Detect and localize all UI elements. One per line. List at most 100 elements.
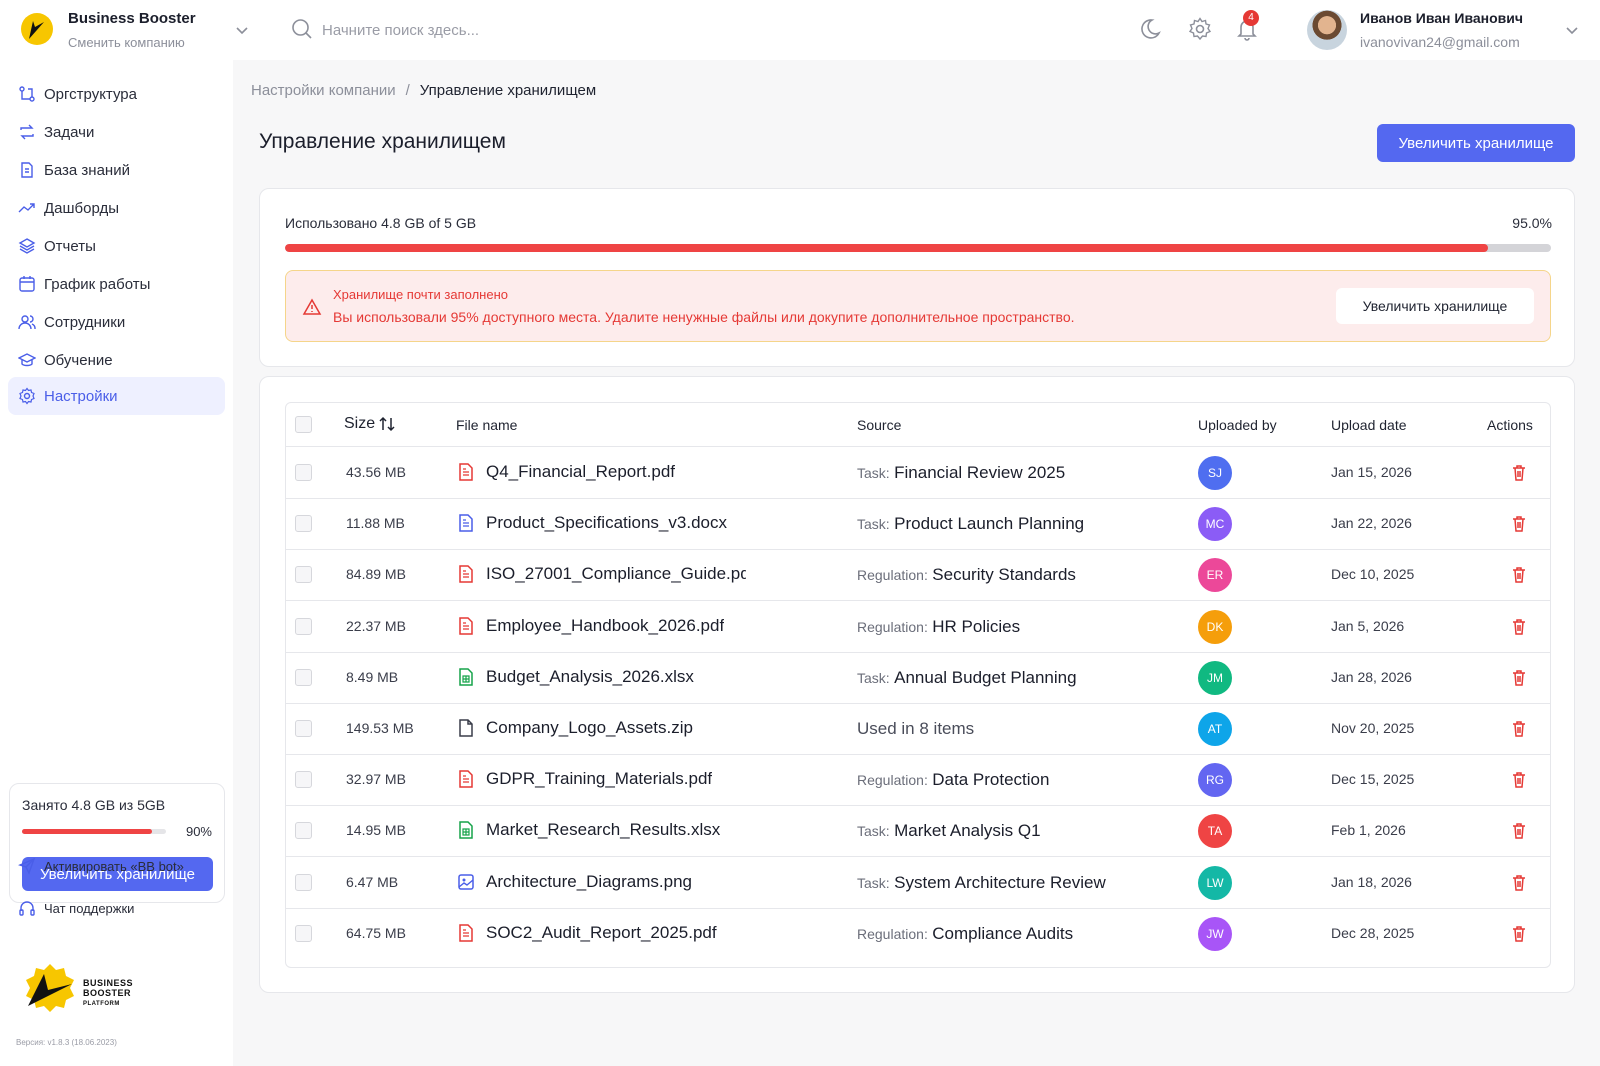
file-name-cell[interactable]: Market_Research_Results.xlsx	[456, 820, 720, 840]
file-name-cell[interactable]: Company_Logo_Assets.zip	[456, 718, 693, 738]
file-name-cell[interactable]: SOC2_Audit_Report_2025.pdf	[456, 923, 717, 943]
trash-icon[interactable]	[1510, 464, 1528, 482]
file-name-cell[interactable]: GDPR_Training_Materials.pdf	[456, 769, 712, 789]
row-checkbox[interactable]	[295, 924, 312, 942]
increase-storage-button[interactable]: Увеличить хранилище	[1377, 124, 1575, 162]
file-name-cell[interactable]: Architecture_Diagrams.png	[456, 872, 692, 892]
uploader-avatar[interactable]: JW	[1198, 916, 1232, 951]
file-name[interactable]: Company_Logo_Assets.zip	[486, 718, 693, 738]
sidebar-item-learning[interactable]: Обучение	[8, 341, 225, 379]
uploader-avatar[interactable]: MC	[1198, 507, 1232, 542]
brand-text-line: BOOSTER	[83, 988, 132, 998]
source-name[interactable]: Used in 8 items	[857, 719, 974, 738]
select-all-checkbox[interactable]	[295, 416, 312, 433]
sidebar-item-knowledge-base[interactable]: База знаний	[8, 151, 225, 189]
file-name[interactable]: GDPR_Training_Materials.pdf	[486, 769, 712, 789]
file-name-cell[interactable]: ISO_27001_Compliance_Guide.pdf	[456, 564, 746, 584]
row-checkbox[interactable]	[295, 822, 312, 840]
table-row[interactable]: 64.75 MB SOC2_Audit_Report_2025.pdf Regu…	[286, 908, 1550, 960]
table-row[interactable]: 6.47 MB Architecture_Diagrams.png Task: …	[286, 857, 1550, 909]
uploader-avatar[interactable]: RG	[1198, 763, 1232, 798]
file-name[interactable]: SOC2_Audit_Report_2025.pdf	[486, 923, 717, 943]
trash-icon[interactable]	[1510, 822, 1528, 840]
company-logo-icon[interactable]	[20, 12, 54, 46]
file-name-cell[interactable]: Product_Specifications_v3.docx	[456, 513, 727, 533]
source-name[interactable]: Compliance Audits	[932, 924, 1073, 943]
source-name[interactable]: Security Standards	[932, 565, 1076, 584]
table-row[interactable]: 84.89 MB ISO_27001_Compliance_Guide.pdf …	[286, 549, 1550, 602]
uploader-avatar[interactable]: SJ	[1198, 456, 1232, 490]
table-row[interactable]: 32.97 MB GDPR_Training_Materials.pdf Reg…	[286, 754, 1550, 807]
row-checkbox[interactable]	[295, 566, 312, 584]
company-name[interactable]: Business Booster	[68, 10, 196, 27]
file-name-cell[interactable]: Q4_Financial_Report.pdf	[456, 462, 675, 482]
row-checkbox[interactable]	[295, 464, 312, 481]
uploader-avatar[interactable]: LW	[1198, 865, 1232, 900]
table-row[interactable]: 22.37 MB Employee_Handbook_2026.pdf Regu…	[286, 601, 1550, 653]
file-name-cell[interactable]: Budget_Analysis_2026.xlsx	[456, 667, 694, 687]
source-name[interactable]: Financial Review 2025	[894, 463, 1065, 482]
uploader-avatar[interactable]: ER	[1198, 558, 1232, 593]
table-row[interactable]: 11.88 MB Product_Specifications_v3.docx …	[286, 498, 1550, 551]
sidebar-item-schedule[interactable]: График работы	[8, 265, 225, 303]
file-name[interactable]: Employee_Handbook_2026.pdf	[486, 616, 724, 636]
table-row[interactable]: 149.53 MB Company_Logo_Assets.zip Used i…	[286, 703, 1550, 755]
row-checkbox[interactable]	[295, 720, 312, 737]
trash-icon[interactable]	[1510, 669, 1528, 687]
uploader-avatar[interactable]: AT	[1198, 712, 1232, 746]
trash-icon[interactable]	[1510, 771, 1528, 789]
sidebar-item-org-structure[interactable]: Оргструктура	[8, 75, 225, 113]
source-name[interactable]: System Architecture Review	[894, 873, 1106, 892]
source-name[interactable]: Data Protection	[932, 770, 1049, 789]
column-size[interactable]: Size	[344, 415, 395, 433]
row-checkbox[interactable]	[295, 617, 312, 635]
source-cell: Regulation: Security Standards	[857, 565, 1076, 585]
source-name[interactable]: Annual Budget Planning	[894, 668, 1076, 687]
trash-icon[interactable]	[1510, 515, 1528, 533]
trash-icon[interactable]	[1510, 618, 1528, 636]
sidebar-item-dashboards[interactable]: Дашборды	[8, 189, 225, 227]
uploader-avatar[interactable]: DK	[1198, 609, 1232, 644]
row-checkbox[interactable]	[295, 668, 312, 686]
alert-increase-storage-button[interactable]: Увеличить хранилище	[1336, 288, 1534, 324]
trash-icon[interactable]	[1510, 925, 1528, 943]
company-switch-link[interactable]: Сменить компанию	[68, 35, 185, 50]
gear-icon[interactable]	[1187, 16, 1213, 42]
file-name[interactable]: Budget_Analysis_2026.xlsx	[486, 667, 694, 687]
sidebar-item-settings[interactable]: Настройки	[8, 377, 225, 415]
trash-icon[interactable]	[1510, 566, 1528, 584]
file-name[interactable]: Q4_Financial_Report.pdf	[486, 462, 675, 482]
search-input[interactable]	[322, 15, 742, 45]
table-row[interactable]: 8.49 MB Budget_Analysis_2026.xlsx Task: …	[286, 652, 1550, 704]
file-name[interactable]: Market_Research_Results.xlsx	[486, 820, 720, 840]
chevron-down-icon[interactable]	[1562, 20, 1582, 40]
avatar[interactable]	[1307, 10, 1347, 50]
trash-icon[interactable]	[1510, 720, 1528, 738]
uploader-avatar[interactable]: TA	[1198, 814, 1232, 849]
support-chat-link[interactable]: Чат поддержки	[18, 899, 134, 917]
sidebar-item-employees[interactable]: Сотрудники	[8, 303, 225, 341]
row-checkbox[interactable]	[295, 771, 312, 789]
uploader-avatar[interactable]: JM	[1198, 660, 1232, 695]
trash-icon[interactable]	[1510, 874, 1528, 892]
table-row[interactable]: 43.56 MB Q4_Financial_Report.pdf Task: F…	[286, 447, 1550, 499]
sort-icon[interactable]	[379, 416, 395, 432]
file-name-cell[interactable]: Employee_Handbook_2026.pdf	[456, 616, 724, 636]
source-name[interactable]: Market Analysis Q1	[894, 821, 1040, 840]
row-checkbox[interactable]	[295, 515, 312, 533]
file-name[interactable]: ISO_27001_Compliance_Guide.pdf	[486, 564, 746, 584]
sidebar-item-tasks[interactable]: Задачи	[8, 113, 225, 151]
source-name[interactable]: Product Launch Planning	[894, 514, 1084, 533]
moon-icon[interactable]	[1140, 16, 1166, 42]
sidebar-item-reports[interactable]: Отчеты	[8, 227, 225, 265]
file-size: 11.88 MB	[346, 515, 405, 532]
breadcrumb-parent[interactable]: Настройки компании	[251, 82, 396, 99]
file-name[interactable]: Architecture_Diagrams.png	[486, 872, 692, 892]
source-name[interactable]: HR Policies	[932, 617, 1020, 636]
table-row[interactable]: 14.95 MB Market_Research_Results.xlsx Ta…	[286, 805, 1550, 858]
chevron-down-icon[interactable]	[232, 20, 252, 40]
file-name[interactable]: Product_Specifications_v3.docx	[486, 513, 727, 533]
activate-bot-link[interactable]: Активировать «BB bot»	[18, 857, 184, 875]
upload-date: Jan 5, 2026	[1331, 617, 1405, 634]
row-checkbox[interactable]	[295, 873, 312, 891]
